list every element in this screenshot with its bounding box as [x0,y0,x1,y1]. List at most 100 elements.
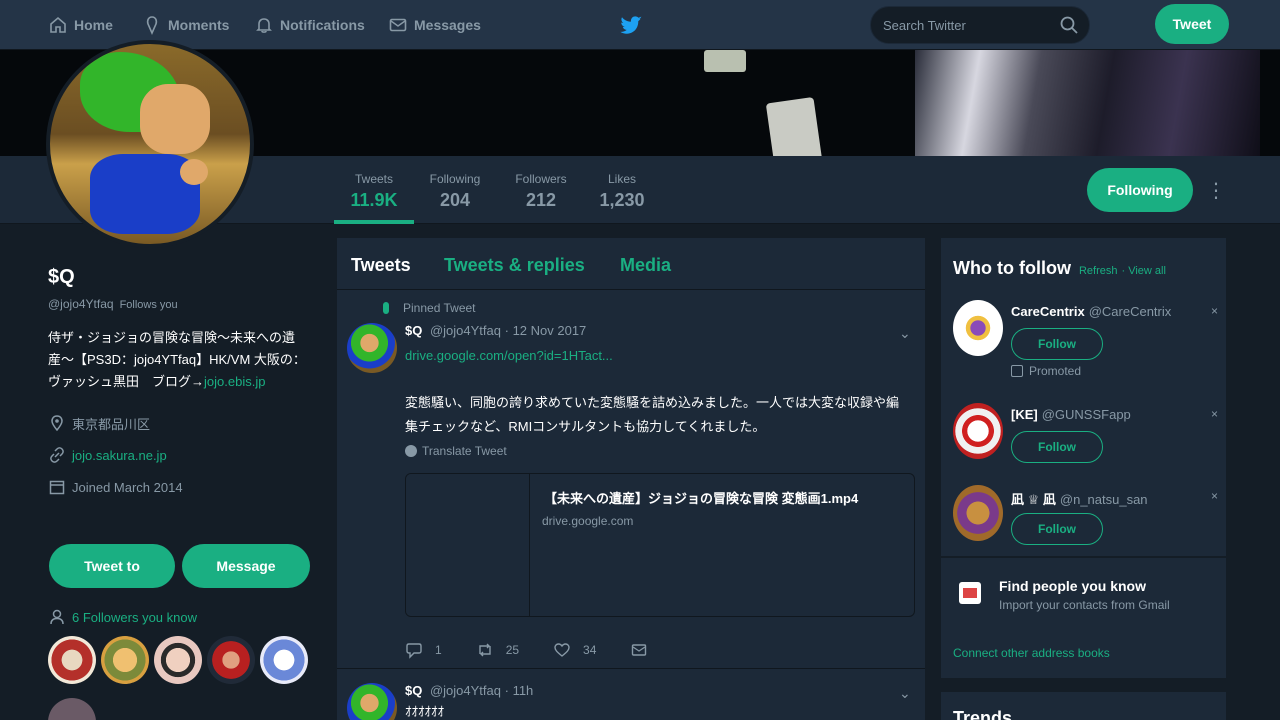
suggestion-name-row[interactable]: CareCentrix @CareCentrix [1011,304,1171,319]
globe-icon [405,445,417,457]
tweet-header: $Q @jojo4Ytfaq · 12 Nov 2017 [405,323,586,338]
profile-handle[interactable]: @jojo4Ytfaq [48,297,114,311]
search-icon[interactable] [1059,15,1079,35]
stat-label: Followers [515,172,567,186]
tweet-author-name[interactable]: $Q [405,323,422,338]
tweet-author-handle[interactable]: @jojo4Ytfaq [430,323,501,338]
tweet-date[interactable]: · 11h [505,683,534,698]
pinned-label: Pinned Tweet [383,301,476,315]
tweet[interactable]: $Q @jojo4Ytfaq · 11h ⌄ ｵｵｵｵｵｵ [337,671,925,720]
tweet[interactable]: Pinned Tweet $Q @jojo4Ytfaq · 12 Nov 201… [337,291,925,669]
translate-tweet[interactable]: Translate Tweet [405,444,507,458]
card-thumbnail [406,474,530,616]
location-text: 東京都品川区 [72,416,151,432]
tweet-to-button[interactable]: Tweet to [49,544,175,588]
website-link[interactable]: jojo.sakura.ne.jp [72,448,167,463]
profile-sidebar: $Q @jojo4Ytfaq Follows you 侍ザ・ジョジョの冒険な冒険〜… [48,266,313,720]
suggestion-avatar[interactable] [953,300,1003,356]
refresh-link[interactable]: Refresh [1079,265,1118,277]
profile-meta: 東京都品川区 jojo.sakura.ne.jp Joined March 20… [48,407,313,503]
trends-panel: Trends [941,692,1226,720]
nav-home[interactable]: Home [48,13,113,37]
promoted-text: Promoted [1029,364,1082,378]
nav-messages-label: Messages [414,17,481,33]
view-all-link[interactable]: · View all [1122,265,1166,277]
banner-artwork [915,50,1260,156]
nav-messages[interactable]: Messages [388,13,481,37]
who-to-follow-header: Who to follow Refresh · View all [953,258,1166,279]
stat-label: Tweets [354,172,393,186]
bio-link[interactable]: jojo.ebis.jp [204,374,265,389]
tweet-header: $Q @jojo4Ytfaq · 11h [405,683,533,698]
stat-following[interactable]: Following 204 [415,172,495,211]
tweet-avatar[interactable] [347,683,397,720]
follower-avatar[interactable] [260,636,308,684]
suggestion-name: [KE] [1011,407,1038,422]
tab-tweets-replies[interactable]: Tweets & replies [444,255,585,276]
reply-button[interactable]: 1 [405,641,442,659]
suggestion-handle: @n_natsu_san [1059,492,1148,507]
stat-tweets[interactable]: Tweets 11.9K [334,172,414,224]
tweet-avatar[interactable] [347,323,397,373]
stat-likes[interactable]: Likes 1,230 [582,172,662,211]
chevron-down-icon[interactable]: ⌄ [899,685,915,701]
more-options-icon[interactable]: ⋮ [1206,180,1226,202]
follower-avatar[interactable] [101,636,149,684]
tweet-link[interactable]: drive.google.com/open?id=1HTact... [405,348,613,363]
calendar-icon [48,478,66,496]
tab-media[interactable]: Media [620,255,671,276]
search-input[interactable] [883,7,1053,43]
tweet-date[interactable]: · 12 Nov 2017 [505,323,587,338]
search-box[interactable] [870,6,1090,44]
like-button[interactable]: 34 [553,641,596,659]
chevron-down-icon[interactable]: ⌄ [899,325,915,341]
top-nav: Home Moments Notifications Messages Twee… [0,0,1280,50]
find-people-panel: Find people you know Import your contact… [941,558,1226,678]
stat-value: 11.9K [350,190,398,210]
find-people-title[interactable]: Find people you know [999,578,1146,594]
tweet-compose-button[interactable]: Tweet [1155,4,1229,44]
dismiss-icon[interactable]: × [1211,489,1218,503]
tweet-author-handle[interactable]: @jojo4Ytfaq [430,683,501,698]
follower-avatar[interactable] [48,636,96,684]
suggestion-name-row[interactable]: [KE] @GUNSSFapp [1011,407,1131,422]
suggestion-avatar[interactable] [953,485,1003,541]
timeline: Tweets Tweets & replies Media Pinned Twe… [337,238,925,720]
follower-avatar[interactable] [154,636,202,684]
followers-you-know-avatars [48,636,313,684]
connect-address-books-link[interactable]: Connect other address books [953,646,1110,660]
follow-button[interactable]: Follow [1011,328,1103,360]
tweet-author-name[interactable]: $Q [405,683,422,698]
dismiss-icon[interactable]: × [1211,304,1218,318]
follow-button[interactable]: Follow [1011,513,1103,545]
followers-you-know[interactable]: 6 Followers you know [48,608,197,626]
who-to-follow: Who to follow Refresh · View all CareCen… [941,238,1226,556]
website-row: jojo.sakura.ne.jp [48,439,313,471]
following-button[interactable]: Following [1087,168,1193,212]
heart-icon [553,641,571,659]
like-count: 34 [583,643,597,657]
message-button[interactable]: Message [182,544,310,588]
dismiss-icon[interactable]: × [1211,407,1218,421]
stat-followers[interactable]: Followers 212 [501,172,581,211]
twitter-bird-icon[interactable] [618,12,644,38]
promoted-icon [1011,365,1023,377]
tab-tweets[interactable]: Tweets [351,255,411,276]
suggestion-name: CareCentrix [1011,304,1085,319]
nav-moments[interactable]: Moments [142,13,229,37]
location-row: 東京都品川区 [48,407,313,439]
retweet-button[interactable]: 25 [476,641,519,659]
profile-name[interactable]: $Q [48,266,313,289]
suggestion-name-row[interactable]: 凪 ♕ 凪 @n_natsu_san [1011,489,1148,508]
direct-message-button[interactable] [630,641,660,659]
follower-avatar[interactable] [207,636,255,684]
nav-notifications[interactable]: Notifications [254,13,365,37]
trends-title: Trends [953,708,1013,720]
follower-avatar[interactable] [48,698,96,720]
followers-you-know-label: 6 Followers you know [72,609,197,625]
bell-icon [254,15,274,35]
suggestion-avatar[interactable] [953,403,1003,459]
link-card[interactable]: 【未来への遺産】ジョジョの冒険な冒険 変態画1.mp4 drive.google… [405,473,915,617]
profile-avatar[interactable] [46,40,254,248]
follow-button[interactable]: Follow [1011,431,1103,463]
